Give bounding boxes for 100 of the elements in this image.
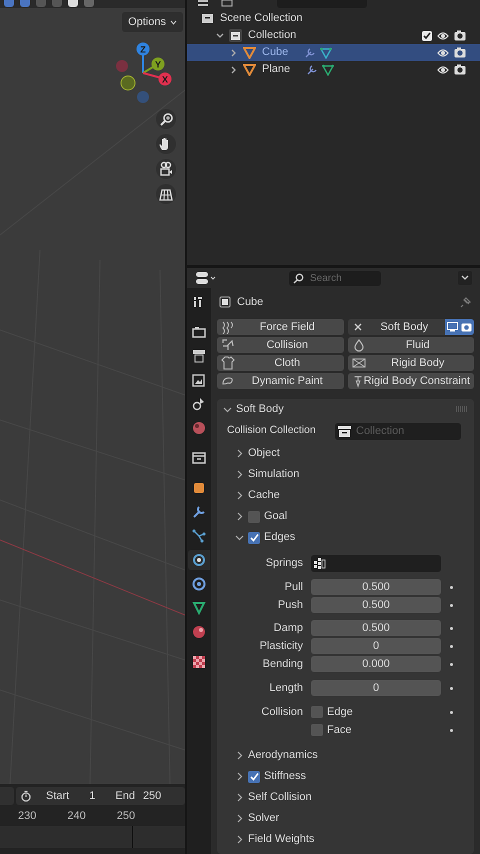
panel-header[interactable]: Soft Body <box>217 399 474 419</box>
number-field[interactable]: 0.000 <box>311 656 441 672</box>
field-label: Push <box>276 598 304 613</box>
vertex-group-icon <box>314 558 326 568</box>
wrench-icon[interactable] <box>304 46 316 58</box>
collection-tab-icon <box>192 451 206 465</box>
mesh-data-icon[interactable] <box>322 64 334 76</box>
number-field[interactable]: 0.500 <box>311 597 441 613</box>
number-field[interactable]: 0.500 <box>311 579 441 595</box>
options-dropdown[interactable] <box>458 271 472 285</box>
checkmark-icon <box>250 533 258 542</box>
checkmark-icon <box>250 772 258 781</box>
subpanel-header[interactable]: Edges <box>217 527 474 548</box>
outliner-item-label: Collection <box>248 28 296 44</box>
start-frame-value[interactable]: 1 <box>89 788 96 804</box>
expanded-caret-icon[interactable] <box>215 30 225 40</box>
modifier-tab-icon <box>192 505 206 519</box>
monitor-icon[interactable] <box>447 322 458 332</box>
caret-icon <box>461 275 469 281</box>
drag-handle-icon[interactable] <box>456 406 468 412</box>
zoom-icon[interactable] <box>156 109 176 129</box>
springs-field[interactable] <box>311 554 441 572</box>
physics-button[interactable]: Rigid Body <box>348 355 474 371</box>
camera-icon[interactable] <box>461 322 472 332</box>
hook-icon <box>352 374 364 388</box>
physics-button[interactable]: Fluid <box>348 337 474 353</box>
subpanel-header[interactable]: Stiffness <box>217 766 474 787</box>
checkbox[interactable] <box>248 532 260 544</box>
hand-icon[interactable] <box>156 134 176 154</box>
end-label: End <box>115 788 135 804</box>
physics-button[interactable]: Cloth <box>217 355 344 371</box>
caret-icon <box>170 20 177 24</box>
subpanel-header[interactable]: Self Collision <box>217 787 474 808</box>
collection-icon <box>229 29 242 42</box>
options-dropdown[interactable]: Options <box>122 12 183 32</box>
exclude-checkbox[interactable] <box>422 30 432 40</box>
material-tab-icon <box>192 625 206 639</box>
camera-icon[interactable] <box>454 47 466 58</box>
collapsed-caret-icon <box>235 470 244 479</box>
eye-icon[interactable] <box>437 48 449 58</box>
physics-button[interactable]: Dynamic Paint <box>217 373 344 389</box>
checkbox-option[interactable]: Face <box>311 722 441 738</box>
box-icon <box>352 356 366 370</box>
constraint-tab-icon <box>192 577 206 591</box>
outliner-row[interactable]: Cube <box>187 44 480 61</box>
particles-tab-icon <box>192 529 206 543</box>
editor-type-icon[interactable] <box>195 271 217 285</box>
close-icon <box>352 321 364 333</box>
outliner-row[interactable]: Collection <box>187 27 480 44</box>
physics-button[interactable]: Collision <box>217 337 344 353</box>
eye-icon[interactable] <box>437 30 449 40</box>
filter-icon[interactable] <box>221 0 235 8</box>
subpanel-header[interactable]: Solver <box>217 808 474 829</box>
grid-icon[interactable] <box>156 184 176 204</box>
expanded-caret-icon <box>235 533 244 542</box>
end-frame-value[interactable]: 250 <box>142 788 162 804</box>
camera-icon[interactable] <box>454 64 466 75</box>
world-tab-icon <box>192 421 206 435</box>
pin-icon[interactable] <box>460 296 472 308</box>
object-tab-icon <box>192 481 206 495</box>
wave-icon <box>221 320 235 334</box>
outliner-row[interactable]: Plane <box>187 61 480 78</box>
wrench-icon[interactable] <box>306 64 318 76</box>
subpanel-header[interactable]: Aerodynamics <box>217 745 474 766</box>
data-tab-icon <box>192 601 206 615</box>
checkbox[interactable] <box>311 706 323 718</box>
checkbox-option[interactable]: Edge <box>311 704 441 720</box>
collapsed-caret-icon <box>235 449 244 458</box>
outliner-item-label: Scene Collection <box>220 11 303 26</box>
camera-icon[interactable] <box>454 30 466 41</box>
physics-button[interactable]: Soft Body <box>348 319 474 335</box>
mesh-data-icon[interactable] <box>320 46 332 58</box>
subpanel-header[interactable]: Goal <box>217 506 474 527</box>
subpanel-header[interactable]: Simulation <box>217 464 474 485</box>
collapsed-caret-icon <box>235 814 244 823</box>
physics-button[interactable]: Rigid Body Constraint <box>348 373 474 389</box>
properties-tab[interactable] <box>188 550 210 570</box>
eye-icon[interactable] <box>437 64 449 74</box>
outliner-item-label: Cube <box>262 45 288 60</box>
collection-icon <box>201 12 214 25</box>
object-icon <box>219 296 231 308</box>
stopwatch-icon[interactable] <box>20 790 32 802</box>
outliner-row[interactable]: Scene Collection <box>187 10 480 27</box>
field-label: Springs <box>264 556 304 571</box>
frame-number: 240 <box>67 808 86 824</box>
subpanel-header[interactable]: Cache <box>217 485 474 506</box>
checkbox[interactable] <box>248 510 260 522</box>
physics-button[interactable]: Force Field <box>217 319 344 335</box>
mesh-object-icon <box>243 63 256 76</box>
checkbox[interactable] <box>248 770 260 782</box>
checkbox[interactable] <box>311 724 323 736</box>
number-field[interactable]: 0.500 <box>311 620 441 636</box>
number-field[interactable]: 0 <box>311 680 441 696</box>
camera-icon[interactable] <box>156 159 176 179</box>
number-field[interactable]: 0 <box>311 638 441 654</box>
axis-gizmo[interactable]: Z Y X <box>115 40 175 110</box>
output-tab-icon <box>192 349 206 363</box>
subpanel-header[interactable]: Field Weights <box>217 829 474 850</box>
subpanel-header[interactable]: Object <box>217 443 474 464</box>
collapsed-caret-icon <box>235 772 244 781</box>
